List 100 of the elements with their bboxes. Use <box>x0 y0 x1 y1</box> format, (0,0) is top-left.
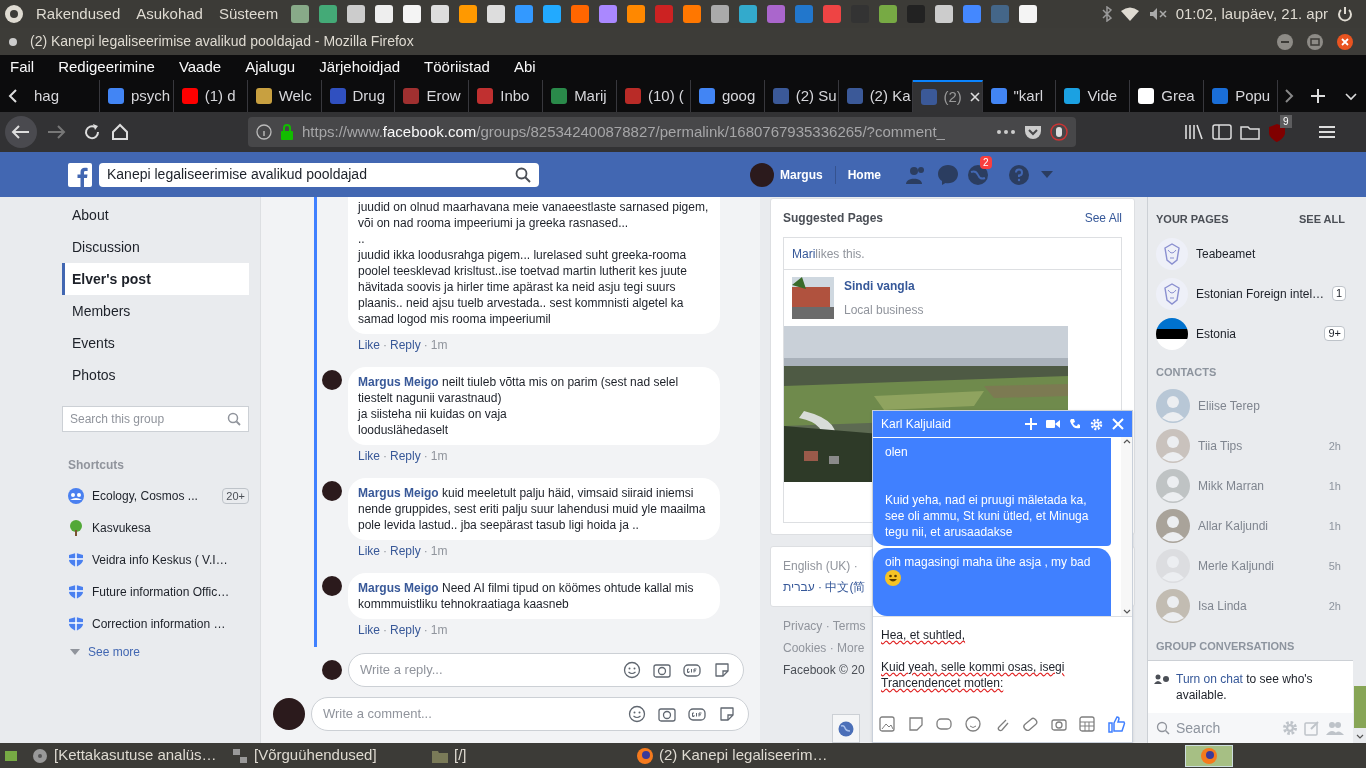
launcher-icon[interactable] <box>402 4 423 24</box>
chat-title[interactable]: Karl Kaljulaid <box>881 415 1016 433</box>
reload-icon[interactable] <box>82 122 102 142</box>
photo-icon[interactable] <box>879 716 895 732</box>
launcher-icon[interactable] <box>598 4 619 24</box>
page-name-link[interactable]: Sindi vangla <box>844 277 924 295</box>
camera-icon[interactable] <box>1050 716 1067 732</box>
panel-menu[interactable]: Süsteem <box>214 2 283 26</box>
see-all-link[interactable]: SEE ALL <box>1298 211 1345 228</box>
search-box[interactable]: Search this group <box>62 406 249 432</box>
launcher-icon[interactable] <box>934 4 955 24</box>
sticker-icon[interactable] <box>907 716 924 732</box>
comment-field-box[interactable]: Write a comment... <box>311 697 749 731</box>
sidebar-icon[interactable] <box>1212 123 1232 141</box>
taskbar-item[interactable]: (2) Kanepi legaliseerim… <box>631 744 1181 767</box>
launcher-icon[interactable] <box>682 4 703 24</box>
reply-link[interactable]: Reply <box>390 336 421 354</box>
reply-link[interactable]: Reply <box>390 542 421 560</box>
like-link[interactable]: Like <box>358 336 380 354</box>
launcher-icon[interactable] <box>878 4 899 24</box>
minimize-icon[interactable] <box>1276 32 1294 51</box>
address-bar[interactable]: https://www.facebook.com/groups/825342400878827/permalink/1680767935336265/?comment_ <box>248 117 1076 147</box>
profile-link[interactable]: Margus <box>780 165 836 184</box>
reply-field-box[interactable]: Write a reply... <box>348 653 744 687</box>
group-nav-item[interactable]: Events <box>62 327 249 359</box>
launcher-icon[interactable] <box>1018 4 1039 24</box>
language-button[interactable] <box>832 714 860 743</box>
shortcut-item[interactable]: Kasvukesa <box>62 512 249 544</box>
close-icon[interactable] <box>1336 32 1354 51</box>
shortcut-item[interactable]: Veidra info Keskus ( V.I… <box>62 544 249 576</box>
mouse-blocked-icon[interactable] <box>1050 123 1068 141</box>
menu-item[interactable]: Redigeerimine <box>58 56 155 79</box>
group-search-field[interactable]: Search this group <box>70 410 227 428</box>
table-icon[interactable] <box>1079 716 1096 732</box>
launcher-icon[interactable] <box>710 4 731 24</box>
taskbar-button[interactable] <box>1185 744 1233 767</box>
group-nav-item[interactable]: Members <box>62 295 249 327</box>
shortcut-item[interactable]: Correction information … <box>62 608 249 640</box>
page-item[interactable]: Estonia 9+ <box>1148 313 1353 354</box>
panel-menu[interactable]: Rakendused <box>32 2 125 26</box>
maximize-icon[interactable] <box>1306 32 1324 51</box>
launcher-icon[interactable] <box>486 4 507 24</box>
menu-icon[interactable] <box>1318 124 1336 140</box>
search-bar[interactable]: Search <box>1148 713 1353 743</box>
launcher-icon[interactable] <box>374 4 395 24</box>
sticker-icon[interactable] <box>713 661 731 679</box>
browser-tab[interactable]: (2) <box>912 80 983 112</box>
language-link[interactable]: עברית · 中文(简 <box>783 578 866 596</box>
message-field[interactable]: Hea, et suhtled, Kuid yeah, selle kommi osas, isegi Trancendencet motlen: <box>873 617 1132 706</box>
add-icon[interactable] <box>1025 418 1037 430</box>
scroll-down-icon[interactable] <box>1356 734 1364 739</box>
reply-link[interactable]: Reply <box>390 447 421 465</box>
thumbs-up-icon[interactable] <box>1108 715 1126 733</box>
phone-icon[interactable] <box>1069 418 1081 430</box>
taskbar-item[interactable]: [Kettakasutuse analüs… <box>26 744 226 767</box>
scrollbar-thumb[interactable] <box>1354 686 1366 728</box>
taskbar-item[interactable]: [Võrguühendused] <box>226 744 426 767</box>
menu-item[interactable]: Fail <box>10 56 35 79</box>
camera-icon[interactable] <box>658 705 676 723</box>
page-item[interactable]: Teabeamet <box>1148 233 1353 274</box>
reply-link[interactable]: Reply <box>390 621 421 639</box>
search-icon[interactable] <box>515 166 531 183</box>
home-icon[interactable] <box>110 122 130 142</box>
launcher-icon[interactable] <box>346 4 367 24</box>
menu-item[interactable]: Ajalugu <box>245 56 296 79</box>
screenshot-icon[interactable] <box>1240 123 1260 141</box>
library-icon[interactable] <box>1184 123 1204 141</box>
page-item[interactable]: Estonian Foreign intel… 1 <box>1148 273 1353 314</box>
menu-item[interactable]: Järjehoidjad <box>319 56 401 79</box>
close-tab-icon[interactable] <box>968 91 981 103</box>
chat-search-field[interactable]: Search <box>1176 717 1276 739</box>
comment-field[interactable]: Write a comment... <box>323 704 616 724</box>
like-link[interactable]: Like <box>358 447 380 465</box>
see-all-link[interactable]: See All <box>1084 209 1122 227</box>
sticker-icon[interactable] <box>718 705 736 723</box>
pocket-icon[interactable] <box>1024 124 1042 140</box>
scroll-down-icon[interactable] <box>1122 609 1131 614</box>
emoji-icon[interactable] <box>628 705 646 723</box>
turn-on-chat-link[interactable]: Turn on chat <box>1176 672 1243 686</box>
see-more-link[interactable]: See more <box>88 643 141 661</box>
launcher-icon[interactable] <box>430 4 451 24</box>
shortcut-item[interactable]: Future information Offic… <box>62 576 249 608</box>
launcher-icon[interactable] <box>458 4 479 24</box>
group-nav-item[interactable]: About <box>62 199 249 231</box>
reply-field[interactable]: Write a reply... <box>360 660 611 680</box>
power-icon[interactable] <box>1336 5 1354 23</box>
launcher-icon[interactable] <box>738 4 759 24</box>
menu-item[interactable]: Vaade <box>178 56 222 79</box>
launcher-icon[interactable] <box>626 4 647 24</box>
scroll-up-icon[interactable] <box>1122 439 1131 444</box>
launcher-icon[interactable] <box>290 4 311 24</box>
shortcut-item[interactable]: Ecology, Cosmos ... 20+ <box>62 480 249 512</box>
more-icon[interactable] <box>996 129 1016 135</box>
home-link[interactable]: Home <box>847 165 882 184</box>
camera-icon[interactable] <box>653 661 671 679</box>
panel-menu[interactable]: Asukohad <box>132 2 207 26</box>
show-desktop-icon[interactable] <box>4 748 18 763</box>
video-call-icon[interactable] <box>1046 419 1060 429</box>
taskbar-item[interactable]: [/] <box>426 744 631 767</box>
menu-item[interactable]: Abi <box>513 56 536 79</box>
